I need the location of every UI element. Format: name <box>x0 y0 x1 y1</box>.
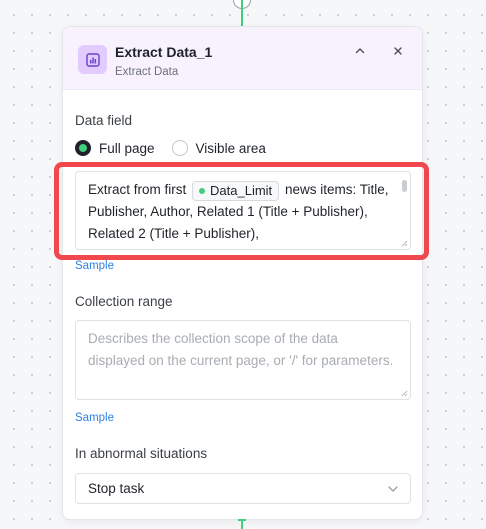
radio-checked-icon <box>75 140 91 156</box>
data-field-content: Extract from first Data_Limit news items… <box>88 179 396 245</box>
connector-line-top <box>241 0 243 26</box>
collapse-button[interactable] <box>349 40 371 62</box>
connector-line-bottom <box>238 519 246 529</box>
variable-token[interactable]: Data_Limit <box>192 181 280 201</box>
resize-grip-icon[interactable] <box>400 239 408 247</box>
abnormal-selected-value: Stop task <box>88 481 145 496</box>
chevron-up-icon <box>355 48 365 54</box>
radio-visible-area[interactable]: Visible area <box>171 140 266 156</box>
collection-range-textarea[interactable]: Describes the collection scope of the da… <box>75 320 411 400</box>
radio-unchecked-icon <box>171 140 188 156</box>
data-field-sample-link[interactable]: Sample <box>75 260 114 272</box>
close-icon <box>394 47 402 55</box>
content-prefix: Extract from first <box>88 182 187 197</box>
data-field-radio-group: Full page Visible area <box>75 140 283 156</box>
close-button[interactable] <box>387 40 409 62</box>
data-field-label: Data field <box>75 113 133 128</box>
collection-range-label: Collection range <box>75 294 173 309</box>
node-header: Extract Data_1 Extract Data <box>63 27 422 90</box>
resize-grip-icon[interactable] <box>400 389 408 397</box>
node-title: Extract Data_1 <box>115 44 213 60</box>
variable-dot-icon <box>199 188 206 194</box>
collection-range-sample-link[interactable]: Sample <box>75 412 114 424</box>
chart-icon <box>78 45 107 74</box>
extract-data-node-card: Extract Data_1 Extract Data Data field F… <box>62 26 423 520</box>
radio-full-page[interactable]: Full page <box>75 140 155 156</box>
variable-token-label: Data_Limit <box>210 183 273 198</box>
abnormal-situations-select[interactable]: Stop task <box>75 473 411 504</box>
data-field-textarea[interactable]: Extract from first Data_Limit news items… <box>75 171 411 250</box>
radio-full-page-label: Full page <box>99 140 155 156</box>
collection-range-placeholder: Describes the collection scope of the da… <box>88 331 394 368</box>
radio-visible-area-label: Visible area <box>195 140 266 156</box>
textarea-scrollbar[interactable] <box>402 180 407 192</box>
node-subtitle: Extract Data <box>115 66 179 78</box>
abnormal-situations-label: In abnormal situations <box>75 446 208 461</box>
chevron-down-icon <box>388 486 398 492</box>
